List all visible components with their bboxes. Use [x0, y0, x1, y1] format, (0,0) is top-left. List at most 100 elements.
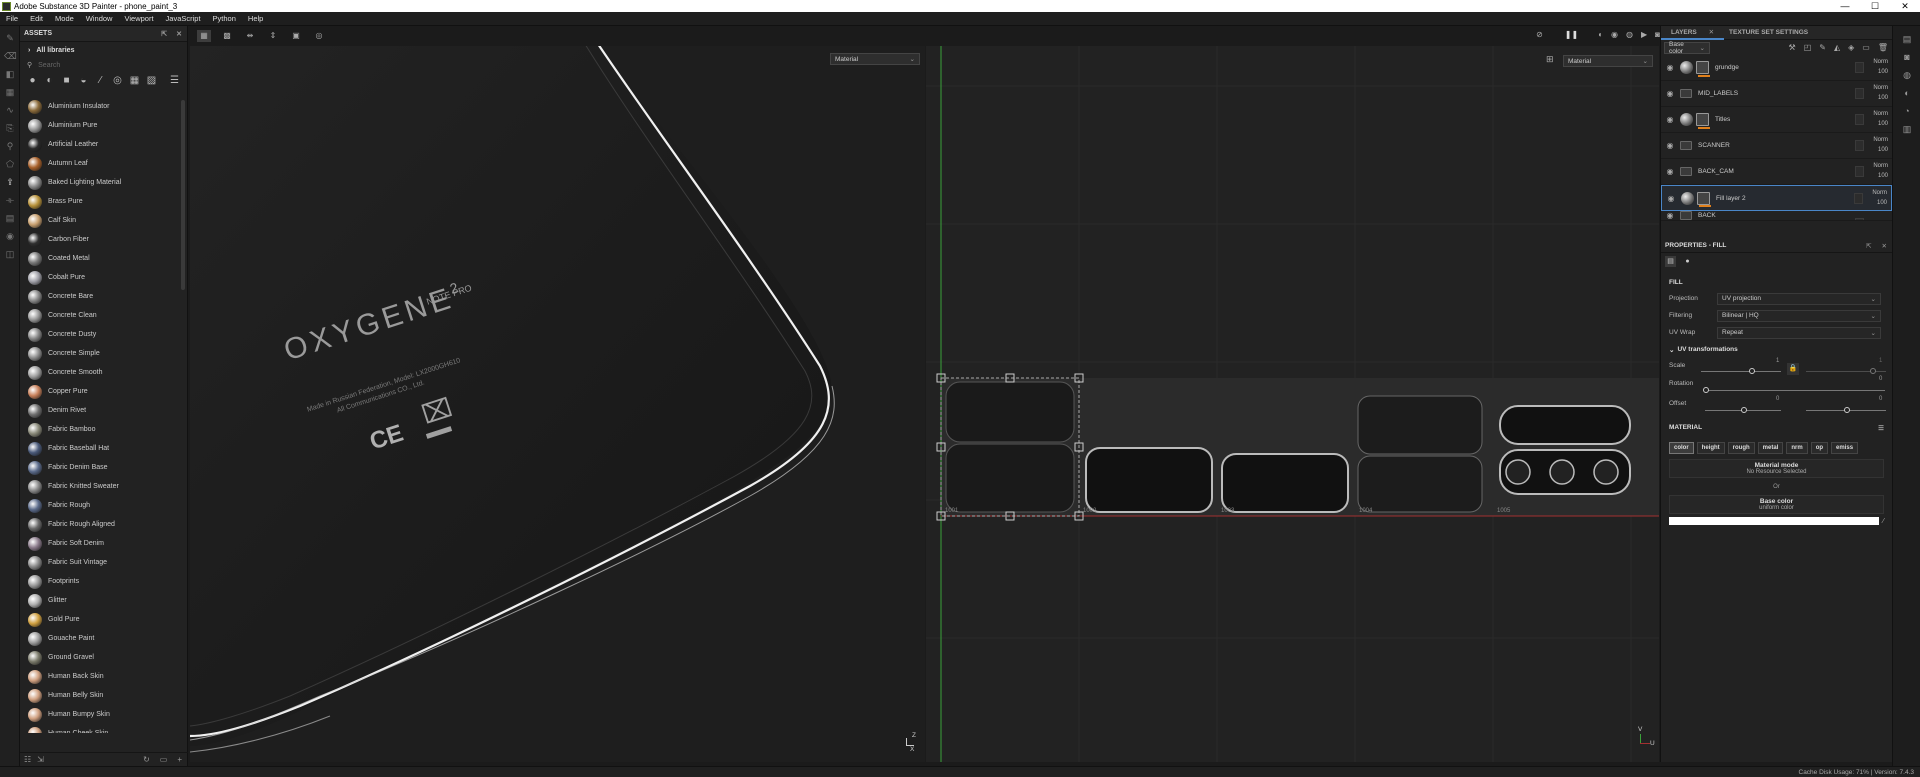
asset-item[interactable]: Human Bumpy Skin — [20, 705, 180, 724]
uv-transformations-toggle[interactable]: ⌄ UV transformations — [1661, 341, 1892, 358]
viewport-2d-uv[interactable]: 1001 1002 1003 1004 1005 ⊞ Material ⌄ V U — [926, 46, 1659, 762]
asset-item[interactable]: Concrete Simple — [20, 344, 180, 363]
filter-textures-icon[interactable]: ■ — [60, 75, 73, 86]
log-dock-icon[interactable]: ▥ — [1901, 124, 1913, 134]
layer-mask-slot[interactable] — [1855, 88, 1864, 99]
asset-item[interactable]: Fabric Bamboo — [20, 420, 180, 439]
center-icon[interactable]: ◎ — [312, 30, 326, 42]
menu-file[interactable]: File — [0, 14, 24, 23]
add-icon[interactable]: + — [177, 755, 182, 764]
bake-mode-icon[interactable]: ◉ — [1611, 30, 1618, 39]
asset-item[interactable]: Fabric Rough — [20, 496, 180, 515]
display-settings-icon[interactable]: ◫ — [4, 249, 16, 259]
blend-mode[interactable]: Norm — [1873, 109, 1888, 119]
asset-item[interactable]: Concrete Clean — [20, 306, 180, 325]
layer-mask-slot[interactable] — [1855, 166, 1864, 177]
maximize-button[interactable]: ☐ — [1860, 1, 1890, 12]
layer-row[interactable]: ◉ BACK — [1661, 211, 1892, 221]
base-color-swatch[interactable] — [1669, 517, 1879, 525]
channel-chip[interactable]: height — [1696, 442, 1725, 454]
asset-item[interactable]: Carbon Fiber — [20, 230, 180, 249]
asset-item[interactable]: Fabric Suit Vintage — [20, 553, 180, 572]
iray-off-icon[interactable]: ⊘ — [1536, 30, 1543, 39]
filter-smart-materials-icon[interactable]: ◐ — [43, 75, 56, 86]
material-mode-box[interactable]: Material mode No Resource Selected — [1669, 459, 1884, 478]
asset-item[interactable]: Human Cheek Skin — [20, 724, 180, 733]
projection-icon[interactable]: ◧ — [4, 69, 16, 79]
blend-mode[interactable]: Norm — [1873, 57, 1888, 67]
layer-mask-slot[interactable] — [1854, 193, 1863, 204]
add-folder-icon[interactable]: ▭ — [1862, 43, 1870, 52]
blend-mode[interactable]: Norm — [1873, 83, 1888, 93]
asset-item[interactable]: Fabric Soft Denim — [20, 534, 180, 553]
history-dock-icon[interactable]: ◔ — [1901, 106, 1913, 116]
scale-slider[interactable] — [1701, 364, 1781, 378]
layer-mask-slot[interactable] — [1855, 218, 1864, 220]
asset-item[interactable]: Denim Rivet — [20, 401, 180, 420]
channel-chip[interactable]: rough — [1727, 442, 1755, 454]
menu-viewport[interactable]: Viewport — [118, 14, 159, 23]
color-picker-icon[interactable]: ⚲ — [4, 141, 16, 151]
bake-icon[interactable]: ⇪ — [4, 177, 16, 187]
grid-view-icon[interactable]: ▩ — [220, 30, 234, 42]
layer-opacity[interactable]: 100 — [1873, 119, 1888, 129]
layer-opacity[interactable]: 100 — [1872, 198, 1887, 208]
camera-settings-icon[interactable]: ◉ — [4, 231, 16, 241]
asset-item[interactable]: Fabric Knitted Sweater — [20, 477, 180, 496]
channel-chip[interactable]: op — [1810, 442, 1829, 454]
visibility-eye-icon[interactable]: ◉ — [1663, 211, 1677, 220]
import-icon[interactable]: ⇲ — [37, 755, 44, 764]
delete-layer-icon[interactable]: 🗑 — [1878, 43, 1888, 52]
add-paint-layer-icon[interactable]: ✎ — [1819, 43, 1826, 52]
viewport-3d-channel-dropdown[interactable]: Material ⌄ — [830, 53, 920, 65]
filter-smart-masks-icon[interactable]: ◒ — [77, 75, 90, 86]
filter-alphas-icon[interactable]: ▦ — [128, 75, 141, 86]
assets-scrollbar[interactable] — [181, 100, 185, 290]
material-menu-icon[interactable]: ☰ — [1878, 424, 1892, 432]
add-mask-icon[interactable]: ◰ — [1804, 43, 1812, 52]
menu-mode[interactable]: Mode — [49, 14, 80, 23]
projection-dropdown[interactable]: UV projection ⌄ — [1717, 292, 1881, 305]
visibility-eye-icon[interactable]: ◉ — [1663, 141, 1677, 150]
layer-row[interactable]: ◉ BACK_CAM Norm 100 — [1661, 159, 1892, 185]
fill-properties-tab-icon[interactable]: ▤ — [1665, 255, 1676, 267]
asset-item[interactable]: Ground Gravel — [20, 648, 180, 667]
measure-icon[interactable]: ⟛ — [4, 195, 16, 205]
eraser-icon[interactable]: ⌫ — [4, 51, 17, 61]
menu-window[interactable]: Window — [80, 14, 119, 23]
filtering-dropdown[interactable]: Bilinear | HQ ⌄ — [1717, 309, 1881, 322]
library-selector[interactable]: › All libraries — [20, 42, 187, 58]
layer-channel-dropdown[interactable]: Base color ⌄ — [1664, 41, 1710, 55]
tags-icon[interactable]: ☷ — [24, 755, 31, 764]
asset-item[interactable]: Aluminium Insulator — [20, 97, 180, 116]
search-input[interactable]: ⚲ Search — [23, 58, 184, 72]
visibility-eye-icon[interactable]: ◉ — [1663, 167, 1677, 176]
channel-chip[interactable]: color — [1669, 442, 1694, 454]
display-settings-dock-icon[interactable]: ◍ — [1901, 70, 1913, 80]
add-effect-icon[interactable]: ⚒ — [1789, 43, 1796, 52]
rotation-slider[interactable] — [1703, 383, 1885, 397]
refresh-icon[interactable]: ↻ — [143, 755, 150, 764]
channel-chip[interactable]: metal — [1757, 442, 1784, 454]
menu-edit[interactable]: Edit — [24, 14, 49, 23]
material-properties-tab-icon[interactable]: ● — [1682, 256, 1693, 267]
asset-item[interactable]: Concrete Smooth — [20, 363, 180, 382]
texture-set-dock-icon[interactable]: ◙ — [1901, 52, 1913, 62]
asset-item[interactable]: Coated Metal — [20, 249, 180, 268]
layers-dock-icon[interactable]: ▤ — [1901, 34, 1913, 44]
asset-item[interactable]: Footprints — [20, 572, 180, 591]
lock-ratio-icon[interactable]: 🔒 — [1787, 363, 1799, 375]
asset-item[interactable]: Human Back Skin — [20, 667, 180, 686]
new-folder-icon[interactable]: ▭ — [160, 755, 168, 764]
offset-u-slider[interactable] — [1705, 403, 1781, 417]
visibility-eye-icon[interactable]: ◉ — [1663, 89, 1677, 98]
visibility-eye-icon[interactable]: ◉ — [1664, 194, 1678, 203]
paint-brush-icon[interactable]: ✎ — [4, 33, 16, 43]
split-view-icon[interactable]: ▦ — [197, 30, 211, 42]
mirror-y-icon[interactable]: ⇕ — [266, 30, 280, 42]
view-list-icon[interactable]: ☰ — [168, 75, 181, 86]
video-capture-icon[interactable]: ▶ — [1641, 30, 1647, 39]
float-panel-icon[interactable]: ⇱ — [161, 30, 167, 38]
viewport-2d-channel-dropdown[interactable]: Material ⌄ — [1563, 55, 1653, 67]
viewport-2d-settings-icon[interactable]: ⊞ — [1546, 54, 1554, 65]
